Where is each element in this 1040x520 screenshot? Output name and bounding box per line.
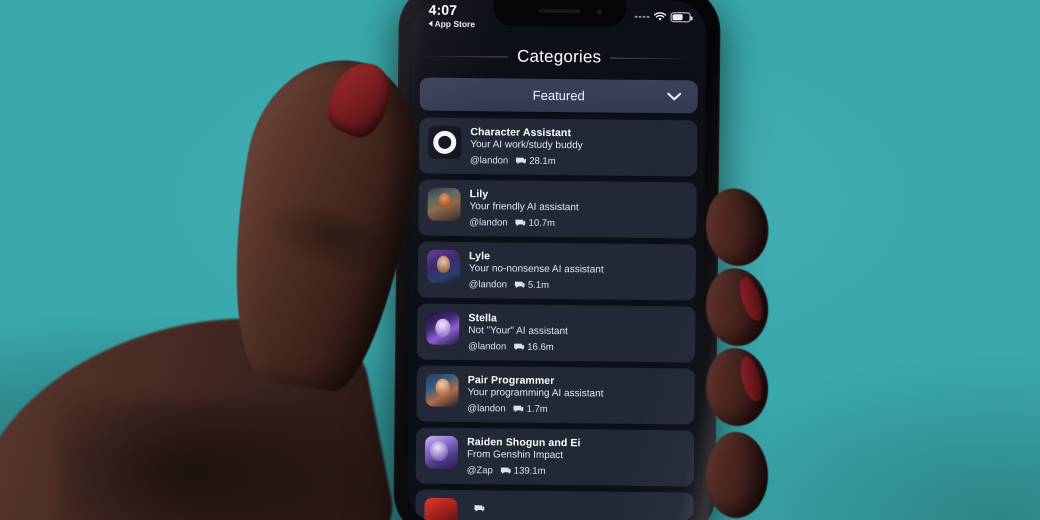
character-card-body: Character Assistant Your AI work/study bu… — [470, 126, 688, 168]
character-name — [467, 498, 685, 500]
chat-count-value: 16.6m — [527, 341, 554, 353]
chat-count: 10.7m — [515, 217, 556, 229]
character-author[interactable]: @landon — [470, 155, 508, 166]
character-card[interactable]: Lily Your friendly AI assistant @landon 10.… — [418, 179, 697, 239]
chat-bubble-icon — [514, 343, 525, 352]
smartphone-device: 4:07 App Store Categories Featured Chara… — [393, 0, 721, 520]
character-name: Lily — [469, 188, 489, 201]
avatar-portrait — [427, 187, 461, 221]
character-name: Lyle — [468, 250, 491, 263]
chat-count-value: 139.1m — [513, 465, 546, 477]
character-list[interactable]: Character Assistant Your AI work/study bu… — [407, 117, 705, 520]
character-card[interactable]: Stella Not "Your" AI assistant @landon 16.6… — [416, 303, 696, 363]
photo-scene: 4:07 App Store Categories Featured Chara… — [0, 0, 1040, 520]
character-meta: @landon 16.6m — [468, 341, 686, 354]
chat-bubble-icon — [515, 219, 526, 228]
character-name: Raiden Shogun and Ei — [467, 436, 581, 450]
avatar — [424, 435, 459, 469]
battery-fill — [672, 14, 683, 21]
character-meta — [466, 504, 684, 515]
page-header: Categories — [412, 43, 706, 68]
chat-bubble-icon — [500, 466, 511, 475]
chat-bubble-icon — [474, 504, 485, 513]
character-tagline: Not "Your" AI assistant — [468, 325, 568, 338]
character-card-body: Lyle Your no-nonsense AI assistant @landon… — [469, 250, 687, 292]
chat-count — [474, 504, 487, 513]
character-card-body — [466, 498, 684, 515]
avatar — [424, 497, 458, 520]
character-tagline: From Genshin Impact — [466, 449, 564, 462]
avatar-ring-logo — [428, 125, 462, 159]
character-card[interactable]: Pair Programmer Your programming AI assis… — [416, 365, 695, 425]
chat-count: 28.1m — [516, 156, 556, 167]
character-tagline — [467, 499, 685, 501]
title-rule-left — [422, 55, 509, 57]
chat-bubble-icon — [513, 405, 524, 414]
avatar-portrait — [426, 311, 460, 345]
character-tagline: Your programming AI assistant — [467, 387, 604, 400]
character-meta: @landon 5.1m — [469, 279, 687, 292]
character-tagline: Your AI work/study buddy — [470, 139, 583, 152]
phone-screen: 4:07 App Store Categories Featured Chara… — [407, 0, 707, 520]
back-link-label: App Store — [434, 18, 476, 30]
back-to-app-store-link[interactable]: App Store — [428, 19, 475, 29]
avatar — [426, 249, 461, 283]
character-name: Stella — [468, 312, 498, 325]
chat-bubble-icon — [514, 281, 525, 290]
signal-dots-icon — [634, 15, 650, 19]
chat-count-value: 28.1m — [529, 155, 556, 167]
character-author[interactable]: @landon — [469, 217, 507, 228]
battery-icon — [670, 12, 691, 23]
avatar — [426, 311, 460, 345]
character-card[interactable] — [415, 489, 694, 520]
character-author[interactable]: @landon — [468, 341, 506, 352]
avatar — [425, 373, 459, 407]
chat-count: 16.6m — [514, 342, 554, 353]
avatar-portrait — [424, 435, 459, 469]
character-card[interactable]: Lyle Your no-nonsense AI assistant @landon… — [417, 241, 697, 301]
chat-count: 1.7m — [513, 403, 548, 415]
character-meta: @landon 1.7m — [467, 403, 685, 416]
wifi-icon — [653, 12, 667, 22]
character-meta: @landon 10.7m — [469, 217, 687, 230]
avatar — [427, 187, 461, 221]
ring-icon — [433, 130, 457, 154]
character-card[interactable]: Raiden Shogun and Ei From Genshin Impact @… — [415, 427, 695, 487]
chevron-down-icon — [667, 88, 682, 106]
character-name: Pair Programmer — [467, 374, 555, 387]
character-author[interactable]: @landon — [469, 279, 507, 290]
back-caret-icon — [428, 20, 433, 27]
filter-selected-label: Featured — [532, 87, 585, 104]
avatar-portrait — [426, 249, 461, 283]
fingertip-4 — [704, 430, 770, 520]
category-filter-dropdown[interactable]: Featured — [419, 77, 698, 114]
character-card-body: Pair Programmer Your programming AI assis… — [467, 374, 685, 416]
character-card[interactable]: Character Assistant Your AI work/study bu… — [418, 117, 698, 177]
chat-bubble-icon — [516, 157, 527, 166]
chat-count-value: 10.7m — [528, 217, 556, 229]
chat-count-value: 5.1m — [527, 279, 550, 291]
character-tagline: Your friendly AI assistant — [469, 201, 579, 214]
character-author[interactable]: @Zap — [467, 465, 493, 476]
title-rule-right — [610, 57, 697, 59]
status-clock: 4:07 — [428, 1, 458, 18]
character-tagline: Your no-nonsense AI assistant — [468, 263, 604, 276]
chat-count: 5.1m — [514, 279, 550, 291]
status-bar: 4:07 App Store — [412, 0, 706, 47]
palm-shadow — [60, 400, 380, 520]
chat-count-value: 1.7m — [526, 403, 548, 415]
character-card-body: Lily Your friendly AI assistant @landon 10.… — [469, 188, 687, 230]
status-bar-left: 4:07 App Store — [428, 2, 475, 29]
status-bar-right — [634, 4, 691, 23]
character-card-body: Stella Not "Your" AI assistant @landon 16.6… — [468, 312, 686, 354]
character-author[interactable]: @landon — [467, 403, 505, 414]
chat-count: 139.1m — [500, 465, 546, 477]
character-meta: @landon 28.1m — [470, 155, 688, 168]
avatar-portrait — [424, 497, 458, 520]
character-card-body: Raiden Shogun and Ei From Genshin Impact @… — [467, 436, 685, 478]
character-meta: @Zap 139.1m — [467, 465, 685, 478]
avatar-portrait — [425, 373, 459, 407]
page-title: Categories — [516, 46, 602, 67]
character-name: Character Assistant — [470, 126, 572, 140]
